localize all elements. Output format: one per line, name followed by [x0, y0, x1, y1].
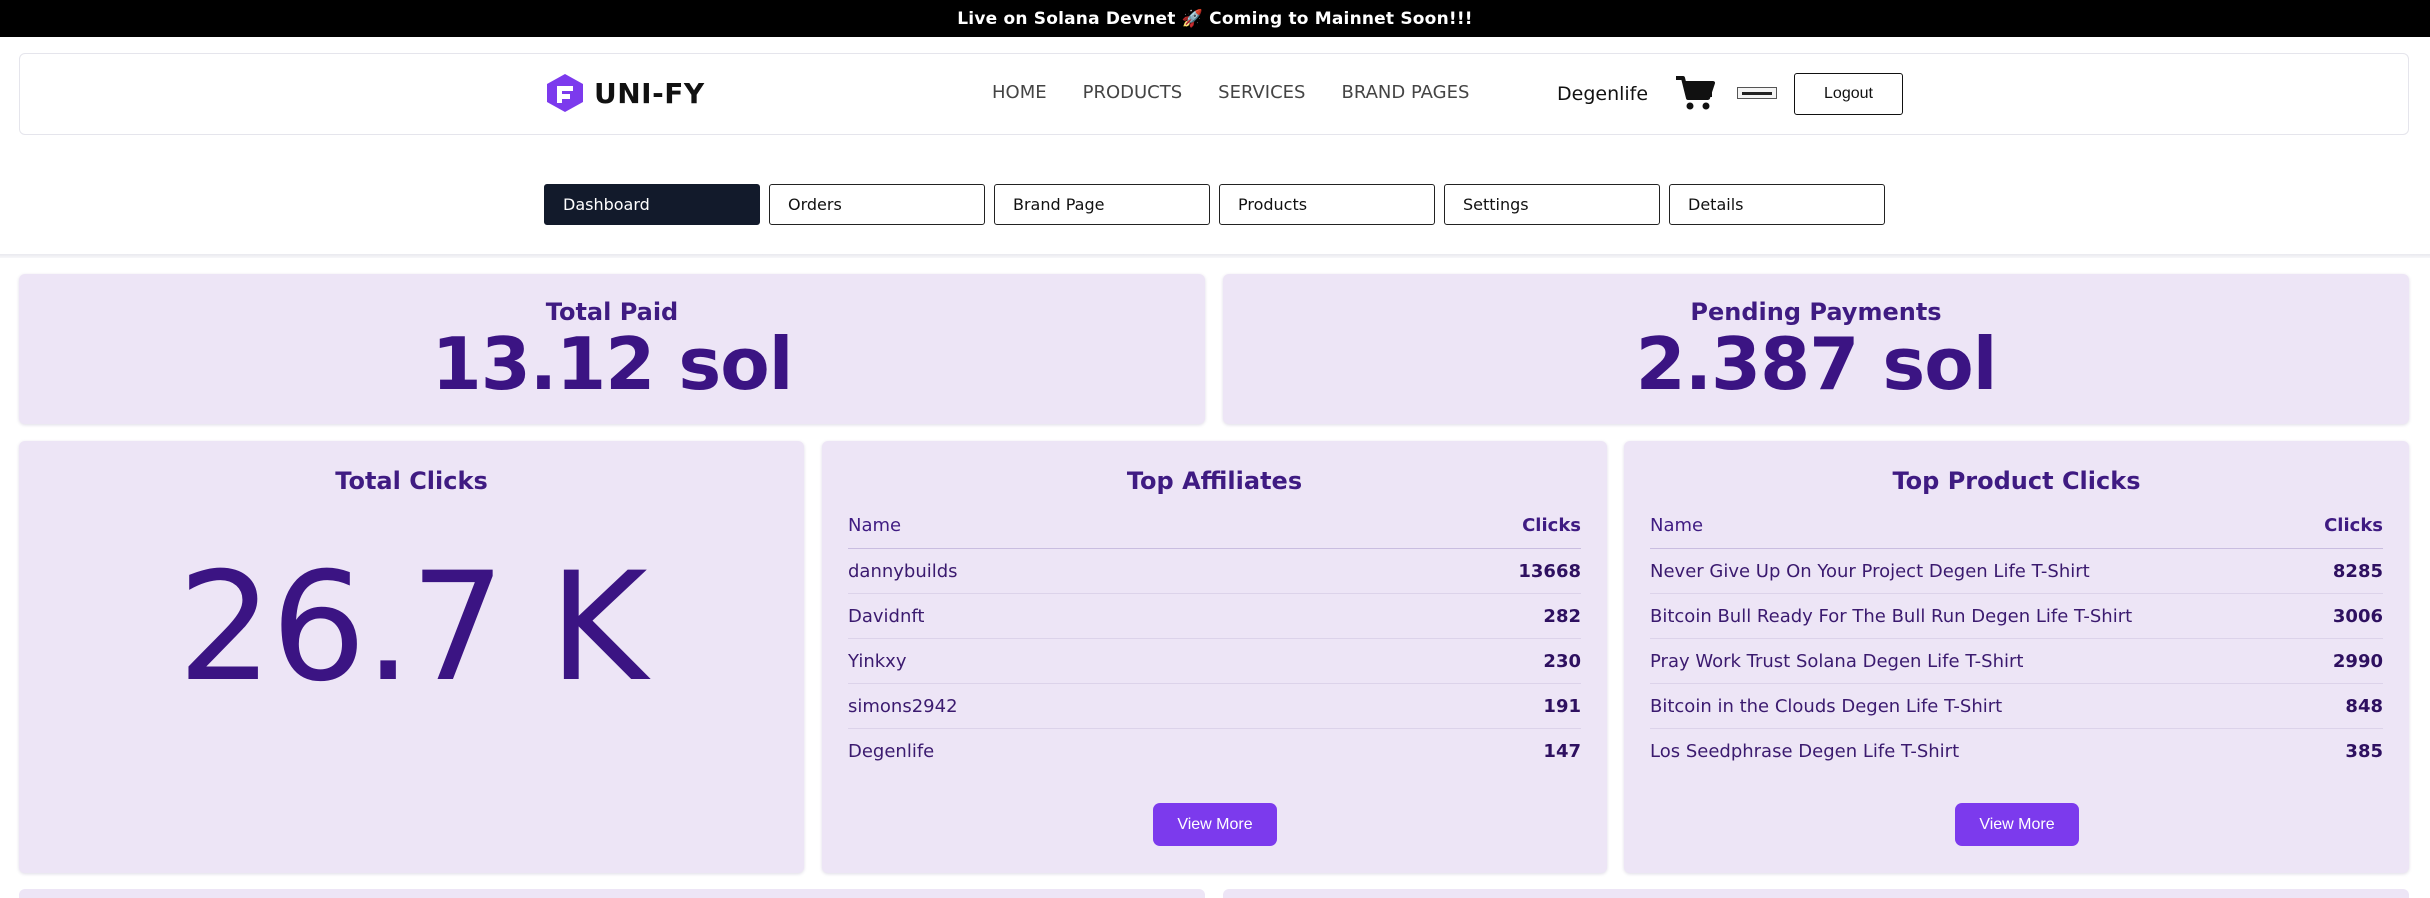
top-product-clicks-title: Top Product Clicks: [1892, 467, 2141, 495]
logo-text: UNI-FY: [594, 76, 705, 110]
column-name-header: Name: [1650, 515, 1704, 536]
logout-button[interactable]: Logout: [1794, 73, 1903, 115]
tab-brand-page[interactable]: Brand Page: [994, 184, 1210, 225]
column-name-header: Name: [848, 515, 902, 536]
affiliate-name: Yinkxy: [848, 650, 907, 672]
affiliate-clicks: 147: [1543, 741, 1581, 762]
table-header: Name Clicks: [848, 515, 1581, 549]
next-card-right: [1223, 889, 2409, 898]
top-product-clicks-card: Top Product Clicks Name Clicks Never Giv…: [1624, 441, 2409, 873]
total-paid-card: Total Paid 13.12 sol: [19, 274, 1205, 424]
total-clicks-card: Total Clicks 26.7 K: [19, 441, 804, 873]
section-divider: [0, 254, 2430, 258]
products-view-more-button[interactable]: View More: [1955, 803, 2079, 846]
total-clicks-label: Total Clicks: [335, 467, 488, 495]
table-row: Bitcoin Bull Ready For The Bull Run Dege…: [1650, 594, 2383, 639]
product-clicks: 3006: [2332, 605, 2383, 627]
site-logo[interactable]: UNI-FY: [544, 72, 705, 114]
affiliate-clicks: 191: [1543, 695, 1581, 717]
affiliates-table: Name Clicks dannybuilds 13668 Davidnft 2…: [848, 515, 1581, 774]
main-nav: HOME PRODUCTS SERVICES BRAND PAGES: [992, 82, 1505, 103]
pending-payments-value: 2.387 sol: [1635, 322, 1998, 406]
product-name: Never Give Up On Your Project Degen Life…: [1650, 560, 2090, 582]
top-affiliates-title: Top Affiliates: [1126, 467, 1303, 495]
tab-products[interactable]: Products: [1219, 184, 1435, 225]
product-clicks: 8285: [2332, 560, 2383, 582]
product-name: Bitcoin in the Clouds Degen Life T-Shirt: [1650, 695, 2003, 717]
tab-orders[interactable]: Orders: [769, 184, 985, 225]
table-row: dannybuilds 13668: [848, 549, 1581, 594]
unify-logo-icon: [547, 74, 583, 112]
tab-settings[interactable]: Settings: [1444, 184, 1660, 225]
product-name: Bitcoin Bull Ready For The Bull Run Dege…: [1650, 605, 2133, 627]
product-clicks: 848: [2345, 695, 2383, 717]
affiliate-clicks: 13668: [1518, 560, 1581, 582]
affiliate-name: simons2942: [848, 695, 958, 717]
table-row: Yinkxy 230: [848, 639, 1581, 684]
next-card-left: [19, 889, 1205, 898]
product-name: Pray Work Trust Solana Degen Life T-Shir…: [1650, 650, 2024, 672]
pending-payments-card: Pending Payments 2.387 sol: [1223, 274, 2409, 424]
table-header: Name Clicks: [1650, 515, 2383, 549]
column-clicks-header: Clicks: [2324, 515, 2383, 536]
affiliate-name: Davidnft: [848, 605, 925, 627]
affiliate-clicks: 230: [1543, 650, 1581, 672]
tab-dashboard[interactable]: Dashboard: [544, 184, 760, 225]
nav-services[interactable]: SERVICES: [1218, 82, 1305, 103]
nav-brand-pages[interactable]: BRAND PAGES: [1341, 82, 1469, 103]
product-clicks: 385: [2345, 741, 2383, 762]
announcement-banner: Live on Solana Devnet 🚀 Coming to Mainne…: [0, 0, 2430, 37]
dashboard-tabs: Dashboard Orders Brand Page Products Set…: [544, 184, 1885, 225]
affiliate-name: Degenlife: [848, 741, 935, 762]
product-name: Los Seedphrase Degen Life T-Shirt: [1650, 741, 1960, 762]
total-clicks-value: 26.7 K: [177, 541, 647, 715]
table-row: Los Seedphrase Degen Life T-Shirt 385: [1650, 729, 2383, 774]
affiliate-clicks: 282: [1543, 605, 1581, 627]
top-affiliates-card: Top Affiliates Name Clicks dannybuilds 1…: [822, 441, 1607, 873]
cart-icon[interactable]: [1674, 74, 1716, 112]
products-table: Name Clicks Never Give Up On Your Projec…: [1650, 515, 2383, 774]
nav-home[interactable]: HOME: [992, 82, 1047, 103]
product-clicks: 2990: [2332, 650, 2383, 672]
affiliates-view-more-button[interactable]: View More: [1153, 803, 1277, 846]
brand-logo-thumbnail[interactable]: [1737, 87, 1777, 99]
affiliate-name: dannybuilds: [848, 560, 958, 582]
table-row: Bitcoin in the Clouds Degen Life T-Shirt…: [1650, 684, 2383, 729]
column-clicks-header: Clicks: [1522, 515, 1581, 536]
user-name[interactable]: Degenlife: [1557, 83, 1648, 105]
top-navbar: UNI-FY HOME PRODUCTS SERVICES BRAND PAGE…: [19, 53, 2409, 135]
table-row: Pray Work Trust Solana Degen Life T-Shir…: [1650, 639, 2383, 684]
nav-products[interactable]: PRODUCTS: [1083, 82, 1183, 103]
table-row: simons2942 191: [848, 684, 1581, 729]
tab-details[interactable]: Details: [1669, 184, 1885, 225]
total-paid-value: 13.12 sol: [431, 322, 794, 406]
table-row: Never Give Up On Your Project Degen Life…: [1650, 549, 2383, 594]
table-row: Davidnft 282: [848, 594, 1581, 639]
table-row: Degenlife 147: [848, 729, 1581, 774]
